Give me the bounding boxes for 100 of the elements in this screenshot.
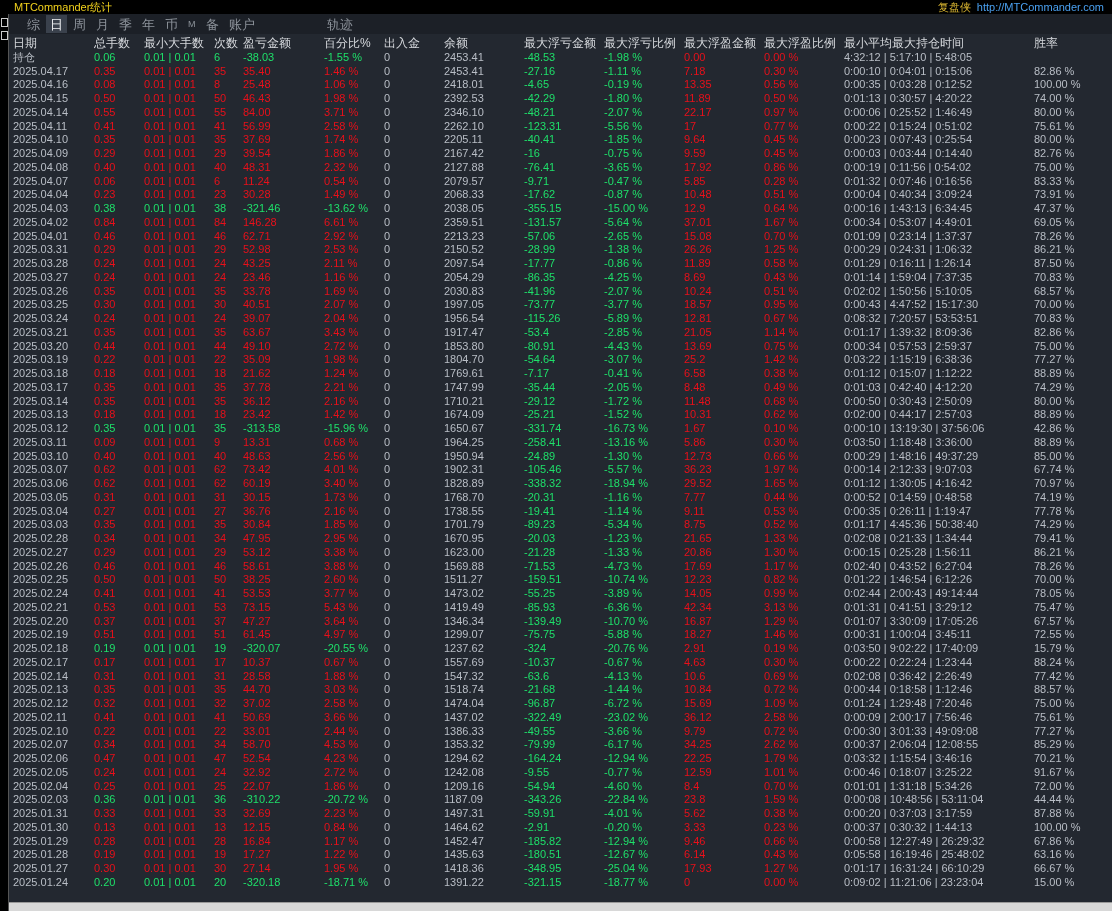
- table-cell-text: 6: [214, 174, 222, 189]
- table-cell-text: 26.26: [684, 243, 713, 257]
- table-cell-text: 1917.47: [444, 325, 485, 340]
- table-cell-text: 58.61: [243, 559, 272, 574]
- tab[interactable]: 账户: [224, 15, 259, 33]
- table-cell-text: 22.25: [684, 752, 713, 766]
- table-cell-text: -76.41: [524, 160, 557, 175]
- table-cell-text: -338.32: [524, 477, 563, 491]
- date-cell-text: 2025.04.14: [13, 105, 70, 120]
- table-cell-text: 0.68 %: [324, 435, 360, 450]
- table-cell-text: 0.44: [94, 339, 117, 354]
- table-cell-text: 38: [214, 202, 228, 216]
- table-cell-text: 6: [214, 50, 222, 65]
- table-cell-text: 0:00:03 | 0:03:44 | 0:14:40: [844, 147, 974, 161]
- table-cell-text: 52.54: [243, 752, 272, 766]
- table-cell-text: 0.17: [94, 655, 117, 670]
- column-header: 余额: [444, 37, 469, 51]
- table-cell-text: 10.37: [243, 655, 272, 670]
- date-cell-text: 2025.04.09: [13, 147, 70, 161]
- table-cell-text: 0: [384, 202, 392, 216]
- table-cell-text: -15.00 %: [604, 202, 650, 216]
- table-cell-text: 0.35: [94, 133, 117, 147]
- table-cell-text: 1997.05: [444, 298, 485, 312]
- table-cell-text: 0.58 %: [764, 257, 800, 271]
- date-cell-text: 2025.03.26: [13, 284, 70, 299]
- table-cell-text: -18.94 %: [604, 477, 650, 491]
- column-header: 最小大手数: [144, 37, 205, 51]
- table-cell-text: 0:00:22 | 0:15:24 | 0:51:02: [844, 119, 974, 134]
- table-cell-text: 0.72 %: [764, 683, 800, 697]
- table-cell-text: 1950.94: [444, 449, 485, 464]
- table-cell-text: 0.51 %: [764, 284, 800, 299]
- table-cell-text: 0.01 | 0.01: [144, 834, 197, 849]
- table-cell-text: 0.24: [94, 270, 117, 285]
- table-cell-text: 0:03:50 | 9:02:22 | 17:40:09: [844, 642, 980, 656]
- table-cell-text: -5.89 %: [604, 312, 643, 326]
- table-cell-text: 0.01 | 0.01: [144, 92, 197, 106]
- table-cell-text: -48.53: [524, 50, 557, 65]
- tab[interactable]: 综: [23, 15, 44, 33]
- table-cell-text: -0.41 %: [604, 367, 643, 381]
- table-cell-text: 0.30: [94, 298, 117, 312]
- table-cell-text: 73.15: [243, 600, 272, 615]
- table-cell-text: 2.91: [684, 642, 707, 656]
- tab[interactable]: 季: [115, 15, 136, 33]
- table-cell-text: 1710.21: [444, 394, 485, 409]
- date-cell-text: 2025.03.06: [13, 477, 70, 491]
- tab[interactable]: 轨迹: [322, 15, 357, 33]
- table-cell-text: 1464.62: [444, 820, 485, 835]
- table-cell-text: 0.41: [94, 119, 117, 134]
- date-cell-text: 2025.03.25: [13, 298, 70, 312]
- table-cell-text: 3.77 %: [324, 587, 360, 601]
- table-cell-text: -1.38 %: [604, 243, 643, 257]
- table-cell-text: -53.4: [524, 325, 551, 340]
- table-cell-text: 72.55 %: [1034, 628, 1076, 642]
- tab[interactable]: 周: [69, 15, 90, 33]
- tab[interactable]: 日: [46, 15, 67, 33]
- date-cell-text: 2025.02.18: [13, 642, 70, 656]
- table-cell-text: 9.11: [684, 504, 706, 519]
- table-cell-text: 74.29 %: [1034, 380, 1076, 395]
- table-cell-text: 50.69: [243, 710, 272, 725]
- table-cell-text: -85.93: [524, 600, 557, 615]
- table-cell-text: 9.46: [684, 834, 707, 849]
- table-cell-text: 0.51: [94, 628, 117, 642]
- date-cell-text: 2025.04.16: [13, 78, 70, 92]
- table-cell-text: 2213.23: [444, 229, 485, 244]
- table-cell-text: 21.62: [243, 367, 272, 381]
- table-cell-text: 0.01 | 0.01: [144, 504, 197, 519]
- tab[interactable]: M: [184, 15, 200, 33]
- table-cell-text: 12.81: [684, 312, 713, 326]
- website-link[interactable]: http://MTCommander.com: [976, 0, 1104, 14]
- tab[interactable]: 币: [161, 15, 182, 33]
- table-cell-text: 18: [214, 367, 228, 381]
- date-cell-text: 2025.04.01: [13, 229, 70, 244]
- table-cell-text: 23.42: [243, 408, 272, 422]
- table-cell-text: -131.57: [524, 215, 563, 230]
- table-cell-text: 0: [384, 724, 392, 739]
- table-cell-text: 0: [384, 669, 392, 684]
- table-cell-text: 0.22: [94, 724, 117, 739]
- table-cell-text: 2.60 %: [324, 573, 360, 587]
- table-cell-text: 6.61 %: [324, 215, 360, 230]
- table-cell-text: 0.06: [94, 174, 117, 189]
- table-cell-text: 2.58 %: [764, 710, 800, 725]
- table-cell-text: 86.21 %: [1034, 545, 1076, 560]
- table-cell-text: -5.34 %: [604, 518, 643, 532]
- table-cell-text: 0: [384, 160, 392, 175]
- table-cell-text: 82.86 %: [1034, 325, 1076, 340]
- tab[interactable]: 月: [92, 15, 113, 33]
- table-cell-text: -5.64 %: [604, 215, 643, 230]
- table-cell-text: 1.22 %: [324, 848, 360, 862]
- table-cell-text: 0.01 | 0.01: [144, 119, 197, 134]
- table-cell-text: 23.46: [243, 270, 272, 285]
- horizontal-scrollbar[interactable]: [9, 902, 1112, 911]
- table-cell-text: 67.74 %: [1034, 463, 1076, 477]
- table-cell-text: -2.07 %: [604, 105, 643, 120]
- tab[interactable]: 备: [201, 15, 223, 33]
- table-cell-text: 0.01 | 0.01: [144, 477, 197, 491]
- table-cell-text: 15.79 %: [1034, 642, 1076, 656]
- table-cell-text: 74.00 %: [1034, 92, 1076, 106]
- table-cell-text: 18.27: [684, 628, 713, 642]
- table-cell-text: 0.70 %: [764, 779, 800, 794]
- tab[interactable]: 年: [138, 15, 159, 33]
